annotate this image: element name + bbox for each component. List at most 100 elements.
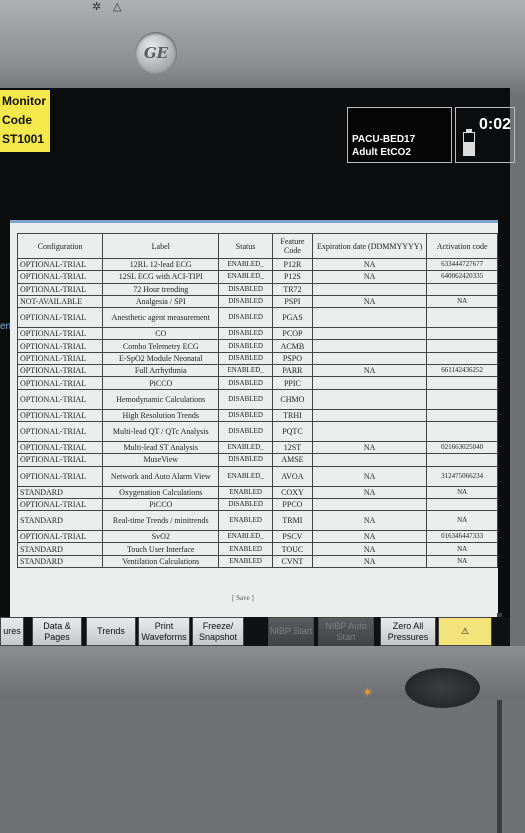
table-cell: Combo Telemetry ECG [102,339,220,353]
table-row[interactable]: OPTIONAL-TRIAL MuseView DISABLED AMSE [16,453,498,467]
softkey-button[interactable]: Trends [86,617,136,646]
patient-info-box[interactable]: PACU-BED17 Adult EtCO2 [347,107,452,163]
table-cell: Real-time Trends / minitrends [102,510,220,532]
softkey-button[interactable]: ures [0,617,24,646]
table-row[interactable]: OPTIONAL-TRIAL E-SpO2 Module Neonatal DISA… [16,351,498,366]
table-cell[interactable]: DISABLED [218,339,273,353]
softkey-button[interactable]: Freeze/ Snapshot [192,617,244,646]
table-cell: NA [311,530,428,544]
table-cell: OPTIONAL-TRIAL [16,408,104,422]
table-cell[interactable]: DISABLED [218,497,273,512]
table-row[interactable]: OPTIONAL-TRIAL 72 Hour trending DISABLED TR… [16,282,498,296]
table-cell: 12RL 12-lead ECG [102,257,220,272]
table-cell: NA [311,294,428,309]
table-cell: TRMI [271,510,313,532]
table-cell: 633444727677 [426,257,498,272]
table-row[interactable]: OPTIONAL-TRIAL Combo Telemetry ECG DISABLE… [16,339,498,353]
table-cell[interactable]: DISABLED [218,453,273,467]
table-cell: Hemodynamic Calculations [102,388,220,410]
table-row[interactable]: STANDARD Oxygenation Calculations ENABLED C… [16,485,498,499]
table-row[interactable]: OPTIONAL-TRIAL Anesthetic agent measureme… [16,307,498,329]
table-row[interactable]: OPTIONAL-TRIAL Multi-lead QT / QTc Analys… [16,420,498,442]
table-cell[interactable]: ENABLED_ [218,364,273,378]
table-cell: NA [311,485,428,499]
table-cell[interactable]: ENABLED_ [218,440,273,455]
softkey-button[interactable]: Data & Pages [32,617,82,646]
table-cell: TOUC [271,542,313,556]
table-cell[interactable]: ENABLED_ [218,465,273,487]
table-cell: PiCCO [102,497,220,512]
table-row[interactable]: NOT-AVAILABLE Analgesia / SPI DISABLED PSPI… [16,294,498,309]
table-row[interactable]: STANDARD Ventilation Calculations ENABLED C… [16,554,498,569]
table-cell: NA [311,554,428,569]
table-row[interactable]: OPTIONAL-TRIAL Multi-lead ST Analysis ENAB… [16,440,498,455]
softkey-button[interactable]: Print Waveforms [138,617,190,646]
softkey-button[interactable]: NIBP Start [268,617,314,646]
table-cell[interactable]: DISABLED [218,351,273,366]
table-row[interactable]: OPTIONAL-TRIAL PiCCO DISABLED PPCO [16,497,498,512]
table-cell[interactable]: ENABLED [218,542,273,556]
table-cell[interactable]: DISABLED [218,376,273,390]
table-row[interactable]: OPTIONAL-TRIAL PiCCO DISABLED PPIC [16,376,498,390]
table-cell[interactable]: DISABLED [218,307,273,329]
table-cell: OPTIONAL-TRIAL [16,420,104,442]
softkey-button[interactable]: Zero All Pressures [380,617,436,646]
softkey-button[interactable]: NIBP Auto Start [318,617,374,646]
table-cell [426,388,498,410]
table-cell[interactable]: ENABLED_ [218,270,273,284]
table-cell: CHMO [271,388,313,410]
table-row[interactable]: OPTIONAL-TRIAL 12SL ECG with ACI-TIPI ENAB… [16,270,498,284]
table-row[interactable]: OPTIONAL-TRIAL High Resolution Trends DISA… [16,408,498,422]
table-row[interactable]: OPTIONAL-TRIAL 12RL 12-lead ECG ENABLED_ P1… [16,257,498,272]
table-cell: OPTIONAL-TRIAL [16,257,104,272]
table-row[interactable]: OPTIONAL-TRIAL Network and Auto Alarm Vie… [16,465,498,487]
table-row[interactable]: OPTIONAL-TRIAL SvO2 ENABLED_ PSCV NA 01634644… [16,530,498,544]
table-cell: 12ST [271,440,313,455]
table-cell: 312475066234 [426,465,498,487]
table-cell: 661142436252 [426,364,498,378]
table-row[interactable]: OPTIONAL-TRIAL Full Arrhythmia ENABLED_ PAR… [16,364,498,378]
table-cell: OPTIONAL-TRIAL [16,388,104,410]
table-cell[interactable]: DISABLED [218,408,273,422]
table-cell: STANDARD [16,485,104,499]
table-cell[interactable]: DISABLED [218,282,273,296]
table-cell [311,388,428,410]
table-cell: STANDARD [16,542,104,556]
table-cell: PiCCO [102,376,220,390]
column-header: Status [218,233,273,259]
table-cell[interactable]: DISABLED [218,420,273,442]
table-cell [311,497,428,512]
table-cell: Touch User Interface [102,542,220,556]
bed-label: PACU-BED17 [352,134,416,145]
monitor-bezel-top [0,0,525,95]
table-cell[interactable]: ENABLED [218,510,273,532]
table-row[interactable]: STANDARD Touch User Interface ENABLED TOUC N… [16,542,498,556]
table-cell: TR72 [271,282,313,296]
table-cell: NA [311,440,428,455]
table-cell [426,351,498,366]
table-cell: SvO2 [102,530,220,544]
table-cell: PCOP [271,327,313,341]
table-cell [311,376,428,390]
table-cell[interactable]: ENABLED_ [218,257,273,272]
table-cell[interactable]: DISABLED [218,327,273,341]
table-cell: OPTIONAL-TRIAL [16,453,104,467]
table-cell[interactable]: DISABLED [218,388,273,410]
table-cell: NOT-AVAILABLE [16,294,104,309]
table-cell[interactable]: ENABLED [218,485,273,499]
save-button[interactable]: [ Save ] [232,594,254,602]
table-cell[interactable]: DISABLED [218,294,273,309]
table-cell: Network and Auto Alarm View [102,465,220,487]
table-row[interactable]: STANDARD Real-time Trends / minitrends ENA… [16,510,498,532]
table-cell [426,453,498,467]
battery-icon [463,129,475,156]
table-cell[interactable]: ENABLED_ [218,530,273,544]
column-header: Configuration [16,233,104,259]
table-row[interactable]: OPTIONAL-TRIAL Hemodynamic Calculations DI… [16,388,498,410]
alarm-silence-button[interactable]: ⚠ [438,617,492,646]
table-cell: High Resolution Trends [102,408,220,422]
table-cell: STANDARD [16,554,104,569]
table-row[interactable]: OPTIONAL-TRIAL CO DISABLED PCOP [16,327,498,341]
trim-knob[interactable] [405,668,480,708]
table-cell[interactable]: ENABLED [218,554,273,569]
